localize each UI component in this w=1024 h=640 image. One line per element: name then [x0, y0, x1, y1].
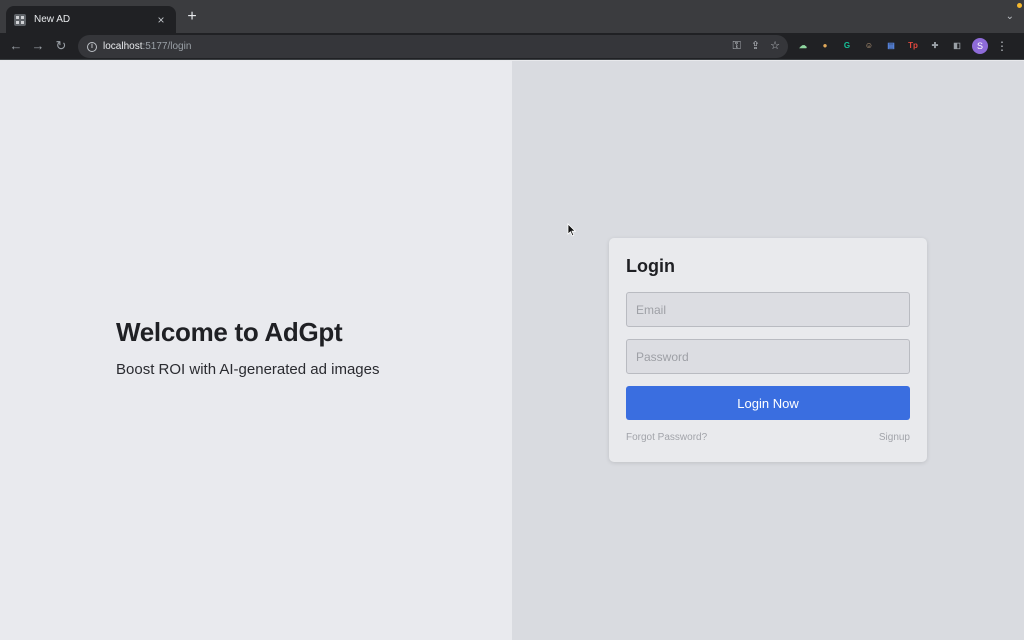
cookie-extension-icon[interactable]: ●	[818, 39, 832, 53]
close-tab-icon[interactable]: ×	[154, 14, 168, 26]
forgot-password-link[interactable]: Forgot Password?	[626, 432, 707, 443]
email-field[interactable]	[626, 292, 910, 327]
tab-title: New AD	[34, 14, 71, 25]
login-page: Welcome to AdGpt Boost ROI with AI-gener…	[0, 61, 1024, 640]
address-bar[interactable]: i localhost:5177/login ⚿ ⇪ ☆	[78, 35, 788, 58]
omnibox-actions: ⚿ ⇪ ☆	[733, 40, 780, 53]
tp-extension-icon[interactable]: Tp	[906, 39, 920, 53]
mouse-cursor-icon	[567, 223, 577, 237]
password-field[interactable]	[626, 339, 910, 374]
grammarly-extension-icon[interactable]: G	[840, 39, 854, 53]
notification-dot	[1017, 3, 1022, 8]
bookmark-star-icon[interactable]: ☆	[770, 40, 780, 53]
new-tab-icon[interactable]: +	[184, 9, 200, 25]
signup-link[interactable]: Signup	[879, 432, 910, 443]
forward-icon[interactable]: →	[30, 38, 46, 54]
password-key-icon[interactable]: ⚿	[733, 40, 741, 53]
profile-avatar[interactable]: S	[972, 38, 988, 54]
document-extension-icon[interactable]: ▤	[884, 39, 898, 53]
form-pane: Login Login Now Forgot Password? Signup	[512, 61, 1024, 640]
hero-title: Welcome to AdGpt	[116, 317, 343, 347]
reload-icon[interactable]: ↻	[53, 38, 69, 54]
login-card: Login Login Now Forgot Password? Signup	[609, 238, 927, 462]
url-text: localhost:5177/login	[103, 41, 192, 52]
puzzle-extension-icon[interactable]: ✚	[928, 39, 942, 53]
hero-pane: Welcome to AdGpt Boost ROI with AI-gener…	[0, 61, 512, 640]
tab-search-icon[interactable]: ⌄	[1006, 11, 1014, 22]
browser-tab-bar: New AD × + ⌄	[0, 0, 1024, 33]
hero-subtitle: Boost ROI with AI-generated ad images	[116, 361, 380, 378]
site-info-icon[interactable]: i	[87, 41, 97, 52]
login-now-button[interactable]: Login Now	[626, 386, 910, 420]
cloud-extension-icon[interactable]: ☁	[796, 39, 810, 53]
extensions-area: ☁ ● G ☺ ▤ Tp ✚ ◧ S ⋮	[796, 38, 1008, 54]
browser-toolbar: ← → ↻ i localhost:5177/login ⚿ ⇪ ☆ ☁ ● G…	[0, 33, 1024, 60]
browser-menu-icon[interactable]: ⋮	[996, 39, 1008, 53]
share-icon[interactable]: ⇪	[751, 40, 760, 53]
side-panel-icon[interactable]: ◧	[950, 39, 964, 53]
back-icon[interactable]: ←	[8, 38, 24, 54]
browser-tab[interactable]: New AD ×	[6, 6, 176, 33]
login-title: Login	[626, 256, 675, 276]
face-extension-icon[interactable]: ☺	[862, 39, 876, 53]
favicon-icon	[14, 13, 26, 26]
